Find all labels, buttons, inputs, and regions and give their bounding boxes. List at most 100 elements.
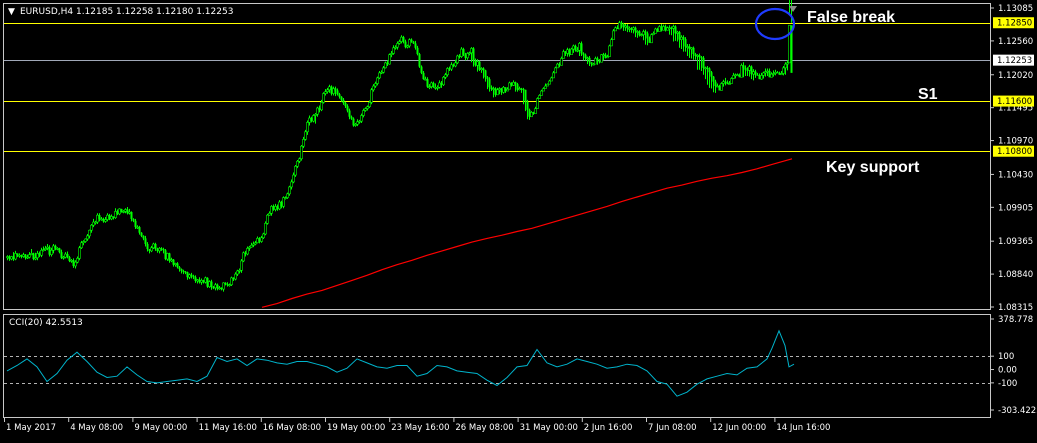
dropdown-arrow-icon[interactable]: ▼ [8, 7, 15, 17]
candle-body [476, 61, 479, 66]
candle-body [706, 67, 709, 69]
candle-body [696, 55, 699, 57]
candle-body [102, 218, 105, 222]
candle [266, 213, 269, 225]
candle-body [736, 74, 739, 77]
candle-body [30, 253, 33, 255]
time-tick-label: 7 Jun 08:00 [648, 423, 697, 433]
candle-body [432, 82, 435, 88]
time-tick-label: 9 May 00:00 [134, 423, 187, 433]
candle-body [174, 263, 177, 265]
candle-body [78, 247, 81, 259]
candle-body [140, 232, 143, 236]
candle-body [596, 58, 599, 61]
price-tick-label: 1.13085 [998, 4, 1033, 14]
candle-body [62, 256, 65, 259]
price-tick-label: 1.10430 [998, 170, 1033, 180]
candle-body [94, 221, 97, 224]
candle-body [742, 65, 745, 68]
candle-body [88, 229, 91, 237]
candle-body [496, 89, 499, 96]
candle-body [70, 260, 73, 262]
candle-body [414, 43, 417, 48]
candle-body [118, 208, 121, 215]
candle-body [720, 83, 723, 91]
cci-tick-label: 0.00 [998, 366, 1017, 376]
candle-body [456, 55, 459, 64]
candle-body [248, 246, 251, 249]
candle-body [274, 206, 277, 210]
candle-body [552, 72, 555, 79]
candle-body [126, 209, 129, 214]
candle-body [588, 57, 591, 63]
candle-body [632, 27, 635, 30]
candle-body [538, 95, 541, 99]
time-tick-label: 16 May 08:00 [263, 423, 321, 433]
candle-body [76, 258, 79, 263]
candle-body [760, 75, 763, 80]
candle-body [392, 47, 395, 54]
candle-body [168, 253, 171, 261]
candle-body [612, 30, 615, 40]
candle-body [566, 49, 569, 54]
candle-body [498, 88, 501, 91]
candle-body [350, 116, 353, 119]
time-tick-label: 12 Jun 00:00 [712, 423, 766, 433]
candle-body [50, 249, 53, 255]
candle-body [22, 254, 25, 257]
candle-body [194, 277, 197, 281]
candle-body [578, 43, 581, 51]
candle-body [296, 160, 299, 167]
candle-body [176, 263, 179, 268]
candle-body [524, 89, 527, 102]
candle-body [158, 248, 161, 252]
candle-body [372, 85, 375, 91]
candle-body [556, 63, 559, 69]
cci-tick-label: 100 [998, 352, 1014, 362]
candle-body [776, 72, 779, 74]
price-tag: 1.11600 [993, 95, 1034, 107]
candle-body [362, 110, 365, 116]
candle-body [212, 287, 215, 289]
candle-body [164, 250, 167, 260]
candle-body [462, 49, 465, 55]
candle-body [788, 24, 791, 64]
candle-body [756, 74, 759, 76]
candle-body [202, 280, 205, 283]
candle-body [304, 131, 307, 140]
candle-body [306, 122, 309, 133]
candle-body [396, 43, 399, 48]
candle-body [160, 248, 163, 250]
candle-body [634, 27, 637, 32]
candle-body [120, 208, 123, 213]
candle-body [650, 34, 653, 44]
candle-body [626, 25, 629, 29]
candle-body [782, 67, 785, 74]
candle-body [72, 260, 75, 266]
candle-body [766, 70, 769, 73]
candle-body [438, 82, 441, 88]
candle-body [288, 186, 291, 195]
candle-body [210, 281, 213, 288]
candle-body [740, 65, 743, 78]
candle-body [628, 28, 631, 30]
candle-body [654, 28, 657, 34]
candle-body [124, 209, 127, 212]
candle-body [368, 102, 371, 108]
candle [204, 276, 207, 284]
candle-body [130, 212, 133, 219]
candle-body [218, 287, 221, 290]
candle-body [342, 99, 345, 103]
price-tag-label: 1.12253 [997, 56, 1032, 66]
candle-body [80, 242, 83, 249]
candle [460, 47, 463, 58]
candle-body [328, 86, 331, 91]
candle-body [74, 261, 77, 267]
candle-body [40, 249, 43, 256]
cci-tick-label: -100 [998, 379, 1017, 389]
candle-body [484, 70, 487, 78]
candle-body [382, 67, 385, 73]
candle-body [550, 77, 553, 82]
candle-body [54, 245, 57, 249]
candle-body [12, 256, 15, 260]
